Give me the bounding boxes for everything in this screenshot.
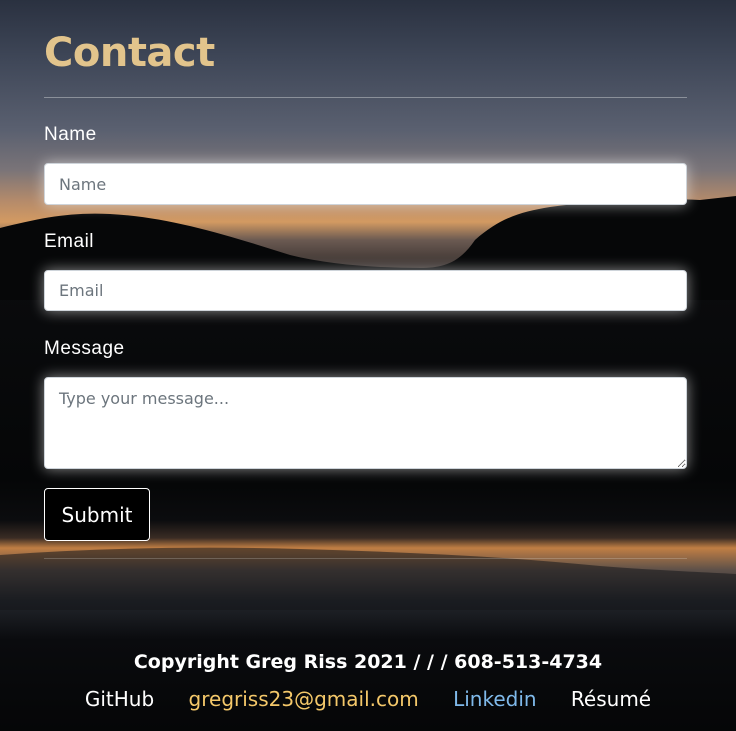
name-input[interactable]: [44, 163, 687, 205]
resume-link[interactable]: Résumé: [571, 687, 651, 711]
title-divider: [44, 97, 687, 98]
page-title: Contact: [44, 30, 215, 76]
email-label: Email: [44, 231, 95, 252]
message-label: Message: [44, 338, 125, 359]
message-textarea[interactable]: [44, 377, 687, 469]
contact-page: Contact Name Email Message Submit Copyri…: [0, 0, 736, 731]
footer: Copyright Greg Riss 2021 / / / 608-513-4…: [0, 640, 736, 714]
copyright-text: Copyright Greg Riss 2021 / / / 608-513-4…: [133, 651, 603, 673]
name-label: Name: [44, 124, 97, 145]
form-divider: [44, 558, 687, 559]
email-input[interactable]: [44, 270, 687, 311]
linkedin-link[interactable]: Linkedin: [453, 687, 536, 711]
mountain-silhouette: [0, 196, 736, 610]
github-link[interactable]: GitHub: [85, 687, 154, 711]
email-link[interactable]: gregriss23@gmail.com: [189, 687, 419, 711]
submit-button[interactable]: Submit: [44, 488, 150, 541]
footer-links: GitHub gregriss23@gmail.com Linkedin Rés…: [0, 684, 736, 714]
